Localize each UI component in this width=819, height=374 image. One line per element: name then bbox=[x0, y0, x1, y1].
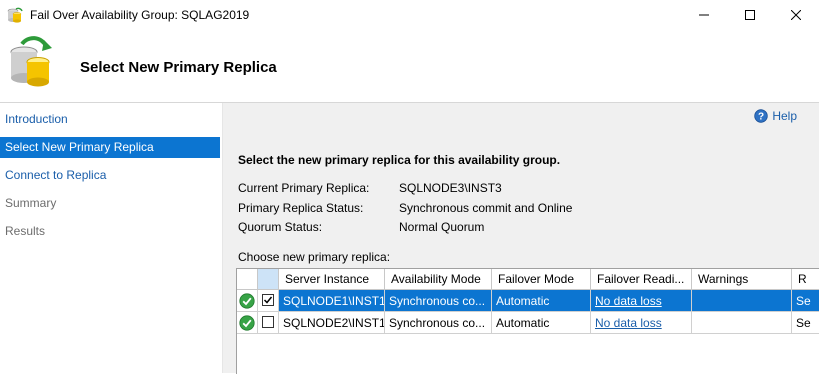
sidebar-item-connect-to-replica[interactable]: Connect to Replica bbox=[0, 165, 220, 186]
main-content: ? Help Select the new primary replica fo… bbox=[223, 103, 819, 374]
failover-readiness-cell: No data loss bbox=[591, 312, 692, 334]
column-header-status bbox=[237, 269, 258, 290]
table-row[interactable]: SQLNODE2\INST1 Synchronous co... Automat… bbox=[237, 312, 819, 334]
select-checkbox-cell[interactable] bbox=[258, 312, 279, 334]
current-primary-replica-value: SQLNODE3\INST3 bbox=[399, 181, 502, 195]
primary-replica-status-value: Synchronous commit and Online bbox=[399, 201, 573, 215]
select-checkbox[interactable] bbox=[262, 316, 274, 328]
ok-check-icon bbox=[239, 315, 255, 331]
checkmark-icon bbox=[263, 296, 273, 304]
wizard-header: Select New Primary Replica bbox=[0, 30, 819, 102]
quorum-status-value: Normal Quorum bbox=[399, 220, 485, 234]
sidebar-item-summary: Summary bbox=[5, 196, 57, 210]
column-header-failover-mode[interactable]: Failover Mode bbox=[492, 269, 591, 290]
page-title: Select New Primary Replica bbox=[80, 59, 277, 76]
column-header-warnings[interactable]: Warnings bbox=[692, 269, 792, 290]
column-header-select[interactable] bbox=[258, 269, 279, 290]
sidebar-item-select-new-primary-replica[interactable]: Select New Primary Replica bbox=[0, 137, 220, 158]
sidebar-item-introduction[interactable]: Introduction bbox=[0, 109, 220, 130]
select-checkbox[interactable] bbox=[262, 294, 274, 306]
title-bar: Fail Over Availability Group: SQLAG2019 bbox=[0, 0, 819, 30]
failover-mode-cell: Automatic bbox=[492, 312, 591, 334]
help-label: Help bbox=[772, 109, 797, 123]
failover-readiness-link[interactable]: No data loss bbox=[595, 294, 662, 308]
server-instance-cell: SQLNODE2\INST1 bbox=[279, 312, 385, 334]
table-row[interactable]: SQLNODE1\INST1 Synchronous co... Automat… bbox=[237, 290, 819, 312]
database-failover-large-icon bbox=[10, 36, 52, 87]
maximize-icon bbox=[745, 10, 755, 20]
help-icon: ? bbox=[754, 109, 769, 123]
availability-mode-cell: Synchronous co... bbox=[385, 290, 492, 312]
replica-grid: Server Instance Availability Mode Failov… bbox=[236, 268, 819, 374]
close-icon bbox=[791, 10, 801, 20]
instruction-text: Select the new primary replica for this … bbox=[238, 153, 561, 167]
status-cell bbox=[237, 290, 258, 312]
help-link[interactable]: ? Help bbox=[754, 108, 797, 124]
column-header-role[interactable]: R bbox=[792, 269, 819, 290]
warnings-cell bbox=[692, 290, 792, 312]
svg-text:?: ? bbox=[758, 112, 764, 123]
minimize-icon bbox=[699, 14, 709, 16]
current-primary-replica-label: Current Primary Replica: bbox=[238, 181, 370, 195]
failover-readiness-link[interactable]: No data loss bbox=[595, 316, 662, 330]
failover-mode-cell: Automatic bbox=[492, 290, 591, 312]
maximize-button[interactable] bbox=[727, 0, 773, 30]
warnings-cell bbox=[692, 312, 792, 334]
close-button[interactable] bbox=[773, 0, 819, 30]
column-header-server-instance[interactable]: Server Instance bbox=[279, 269, 385, 290]
role-cell: Se bbox=[792, 290, 819, 312]
quorum-status-label: Quorum Status: bbox=[238, 220, 323, 234]
sidebar-item-results: Results bbox=[5, 224, 46, 238]
grid-header: Server Instance Availability Mode Failov… bbox=[237, 269, 819, 290]
select-checkbox-cell[interactable] bbox=[258, 290, 279, 312]
primary-replica-status-label: Primary Replica Status: bbox=[238, 201, 364, 215]
column-header-failover-readiness[interactable]: Failover Readi... bbox=[591, 269, 692, 290]
wizard-sidebar: Introduction Select New Primary Replica … bbox=[0, 103, 222, 373]
server-instance-cell: SQLNODE1\INST1 bbox=[279, 290, 385, 312]
window-title: Fail Over Availability Group: SQLAG2019 bbox=[30, 8, 250, 22]
minimize-button[interactable] bbox=[681, 0, 727, 30]
choose-replica-label: Choose new primary replica: bbox=[238, 250, 391, 264]
failover-readiness-cell: No data loss bbox=[591, 290, 692, 312]
role-cell: Se bbox=[792, 312, 819, 334]
column-header-availability-mode[interactable]: Availability Mode bbox=[385, 269, 492, 290]
status-cell bbox=[237, 312, 258, 334]
ok-check-icon bbox=[239, 293, 255, 309]
database-failover-icon bbox=[7, 7, 23, 23]
availability-mode-cell: Synchronous co... bbox=[385, 312, 492, 334]
